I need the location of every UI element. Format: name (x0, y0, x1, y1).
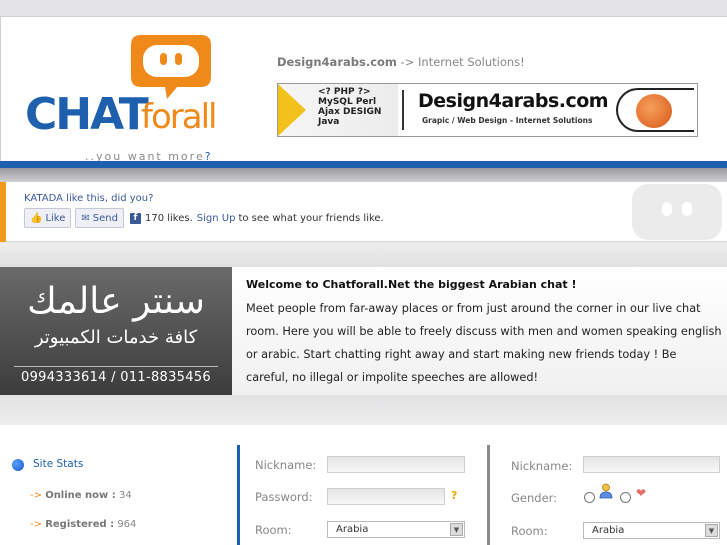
login-nickname-label: Nickname: (255, 458, 317, 472)
banner-tech-words: <? PHP ?> MySQL Perl Ajax DESIGN Java (318, 87, 398, 127)
welcome-section: سنتر عالمك كافة خدمات الكمبيوتر 09943336… (0, 267, 727, 395)
stat-online-value: 34 (118, 490, 132, 501)
tech-word: MySQL Perl (318, 97, 377, 107)
guest-nickname-input[interactable] (583, 456, 720, 473)
fb-like-button[interactable]: 👍 Like (24, 208, 72, 228)
blue-divider (237, 445, 240, 545)
banner-site-name: Design4arabs.com (418, 90, 609, 112)
site-stats-panel: Site Stats -> Online now : 34 -> Registe… (0, 425, 236, 545)
stat-online: -> Online now : 34 (30, 490, 132, 501)
ad-phones: 0994333614 / 011-8835456 (21, 370, 211, 385)
tech-word: Ajax DESIGN (318, 107, 382, 117)
tech-word: Java (318, 117, 340, 127)
ad-title: سنتر عالمك (27, 281, 205, 322)
blue-dot-icon (12, 459, 24, 471)
site-stats-title: Site Stats (33, 458, 84, 470)
send-label: Send (92, 212, 118, 224)
design4arabs-name: Design4arabs.com (277, 55, 397, 69)
header-blue-bar (0, 161, 727, 168)
ghost-bubble-icon (632, 184, 722, 240)
logo-chat-text: CHAT (25, 89, 149, 140)
header-grey-band (0, 168, 727, 182)
tech-word: <? PHP ?> (318, 87, 371, 97)
stat-registered-value: 964 (117, 519, 137, 530)
banner-subtitle: Grapic / Web Design - Internet Solutions (422, 116, 593, 125)
guest-room-select[interactable]: Arabia ▼ (583, 522, 720, 539)
facebook-like-band: KATADA like this, did you? 👍 Like ✉ Send f… (0, 182, 727, 242)
password-help-icon[interactable]: ? (451, 489, 457, 502)
bottom-section: Site Stats -> Online now : 34 -> Registe… (0, 425, 727, 545)
orange-accent-bar (0, 182, 6, 242)
guest-room-value: Arabia (592, 525, 625, 536)
chevron-down-icon: ▼ (450, 523, 463, 536)
fb-like-row: 👍 Like ✉ Send f 170 likes. Sign Up to see … (24, 207, 384, 229)
banner-divider (402, 90, 404, 130)
fb-send-button[interactable]: ✉ Send (75, 208, 124, 228)
stat-online-label: Online now : (45, 490, 116, 501)
ad-divider (14, 366, 218, 367)
chatforall-logo[interactable]: CHAT forall ..you want more? (23, 31, 223, 163)
login-password-label: Password: (255, 490, 313, 504)
top-strip (0, 0, 727, 17)
section-gap (0, 243, 727, 267)
guest-gender-label: Gender: (511, 491, 558, 505)
fb-signup-link[interactable]: Sign Up (197, 213, 236, 224)
header: CHAT forall ..you want more? Design4arab… (0, 17, 727, 164)
login-room-label: Room: (255, 523, 292, 537)
design4arabs-banner[interactable]: <? PHP ?> MySQL Perl Ajax DESIGN Java De… (277, 83, 698, 137)
link-desc: Internet Solutions! (418, 55, 525, 69)
fb-user-line: KATADA like this, did you? (24, 193, 154, 204)
send-icon: ✉ (81, 212, 90, 224)
login-room-select[interactable]: Arabia ▼ (327, 521, 465, 538)
stat-arrow: -> (30, 519, 42, 530)
grey-divider (487, 445, 490, 545)
computer-center-ad[interactable]: سنتر عالمك كافة خدمات الكمبيوتر 09943336… (0, 267, 232, 395)
logo-forall-text: forall (141, 97, 217, 137)
section-gap (0, 395, 727, 425)
link-arrow: -> (396, 55, 419, 69)
welcome-text: Meet people from far-away places or from… (246, 302, 722, 384)
welcome-title: Welcome to Chatforall.Net the biggest Ar… (246, 278, 577, 291)
like-label: Like (45, 212, 66, 224)
male-user-icon (599, 483, 613, 499)
fb-like-count: 170 likes. (144, 212, 193, 224)
login-room-value: Arabia (336, 524, 369, 535)
gender-female-radio[interactable] (620, 492, 631, 503)
chevron-down-icon: ▼ (705, 524, 718, 537)
stat-arrow: -> (30, 490, 42, 501)
login-nickname-input[interactable] (327, 456, 465, 473)
design4arabs-link[interactable]: Design4arabs.com -> Internet Solutions! (277, 55, 525, 69)
fb-tail-text: to see what your friends like. (238, 212, 384, 224)
banner-triangle-icon (278, 84, 306, 136)
thumbs-up-icon: 👍 (30, 212, 43, 224)
guest-room-label: Room: (511, 524, 548, 538)
gender-male-radio[interactable] (584, 492, 595, 503)
guest-nickname-label: Nickname: (511, 459, 573, 473)
calligraphy-seal-icon (636, 94, 672, 128)
stat-registered-label: Registered : (45, 519, 115, 530)
female-heart-icon: ❤ (636, 486, 647, 500)
ad-subtitle: كافة خدمات الكمبيوتر (34, 327, 198, 348)
facebook-icon: f (129, 212, 141, 224)
stat-registered: -> Registered : 964 (30, 519, 136, 530)
login-password-input[interactable] (327, 488, 445, 505)
